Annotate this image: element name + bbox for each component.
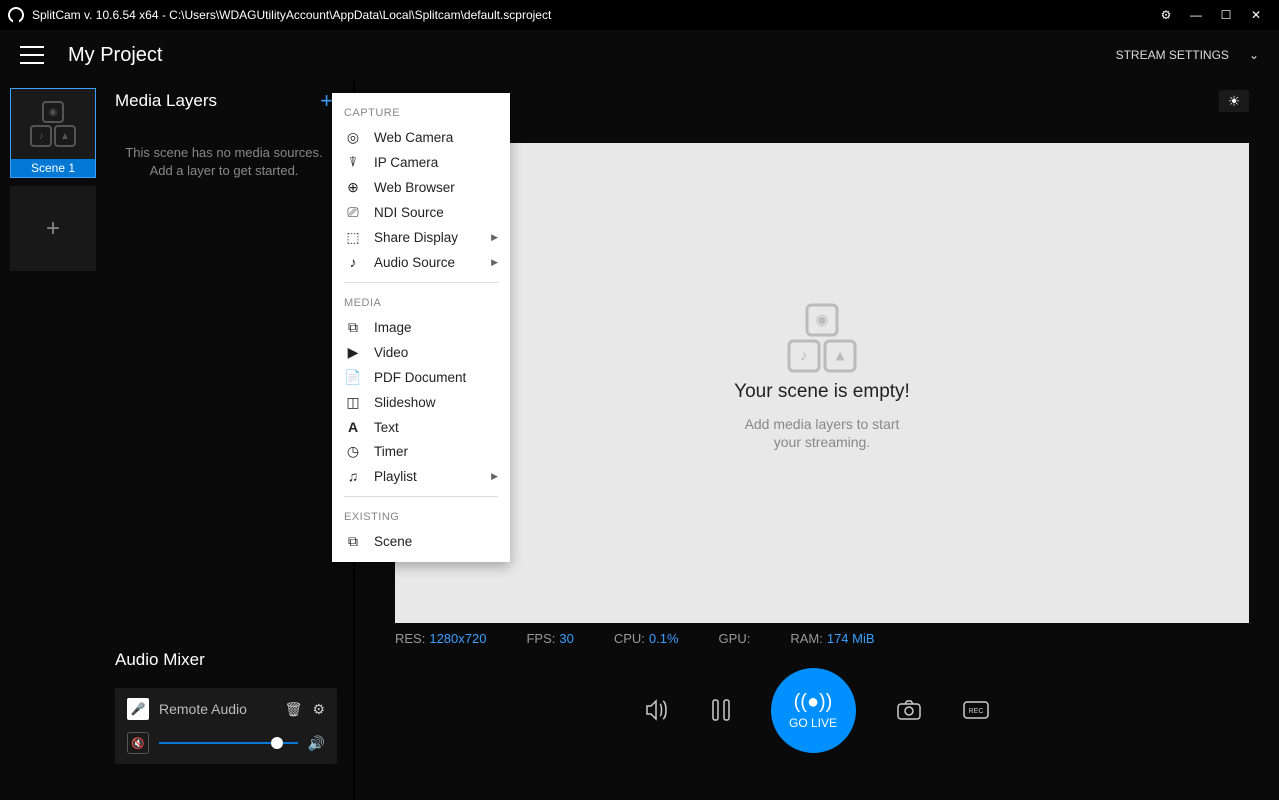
ram-label: RAM: (790, 631, 823, 646)
res-label: RES: (395, 631, 425, 646)
stream-settings-button[interactable]: STREAM SETTINGS ⌄ (1116, 48, 1259, 62)
menu-scene[interactable]: ⧉Scene (332, 529, 510, 554)
app-logo-icon (8, 7, 24, 23)
record-button[interactable]: REC (962, 700, 990, 720)
mute-left-button[interactable]: 🔇 (127, 732, 149, 754)
empty-scene-icon: ◉ ♪▲ (799, 315, 845, 361)
scene-icon: ⧉ (344, 533, 362, 550)
dropdown-section-capture: CAPTURE (332, 101, 510, 125)
speaker-icon[interactable]: 🔊 (308, 735, 325, 752)
project-title: My Project (68, 44, 1116, 67)
menu-ndi-source[interactable]: ⎚NDI Source (332, 200, 510, 225)
dropdown-section-media: MEDIA (332, 291, 510, 315)
dropdown-section-existing: EXISTING (332, 505, 510, 529)
canvas-empty-subtitle: Add media layers to start your streaming… (745, 415, 900, 451)
display-icon: ⬚ (344, 229, 362, 246)
cpu-label: CPU: (614, 631, 645, 646)
maximize-button[interactable]: ☐ (1211, 0, 1241, 30)
preview-canvas: ◉ ♪▲ Your scene is empty! Add media laye… (395, 143, 1249, 623)
layers-title: Media Layers (115, 91, 217, 111)
canvas-empty-title: Your scene is empty! (734, 381, 910, 403)
brightness-button[interactable]: ☀ (1219, 90, 1249, 112)
broadcast-icon: ((●)) (794, 691, 833, 714)
globe-icon: ⊕ (344, 179, 362, 196)
submenu-arrow-icon: ▶ (491, 257, 498, 268)
gpu-label: GPU: (719, 631, 751, 646)
menu-playlist[interactable]: ♫Playlist▶ (332, 464, 510, 488)
menu-video[interactable]: ▶Video (332, 340, 510, 365)
separator (344, 282, 498, 283)
volume-slider[interactable] (159, 742, 298, 744)
audio-settings-button[interactable]: ⚙ (312, 701, 325, 718)
playlist-icon: ♫ (344, 468, 362, 484)
menu-slideshow[interactable]: ◫Slideshow (332, 390, 510, 415)
video-icon: ▶ (344, 344, 362, 361)
go-live-button[interactable]: ((●)) GO LIVE (771, 668, 856, 753)
ip-camera-icon: ⍒ (344, 154, 362, 171)
controls-bar: ((●)) GO LIVE REC (355, 650, 1279, 800)
fps-value: 30 (559, 631, 573, 646)
stream-settings-label: STREAM SETTINGS (1116, 48, 1229, 62)
menu-web-browser[interactable]: ⊕Web Browser (332, 175, 510, 200)
menu-text[interactable]: AText (332, 415, 510, 439)
audio-mixer-title: Audio Mixer (115, 650, 337, 670)
window-title: SplitCam v. 10.6.54 x64 - C:\Users\WDAGU… (32, 8, 1151, 22)
menu-button[interactable] (20, 46, 44, 64)
ram-value: 174 MiB (827, 631, 875, 646)
text-icon: A (344, 419, 362, 435)
screenshot-button[interactable] (896, 699, 922, 721)
audio-item: 🎤 Remote Audio 🗑 ⚙ 🔇 🔊 (115, 688, 337, 764)
menu-web-camera[interactable]: ◎Web Camera (332, 125, 510, 150)
titlebar: SplitCam v. 10.6.54 x64 - C:\Users\WDAGU… (0, 0, 1279, 30)
add-scene-button[interactable]: + (10, 186, 96, 271)
pdf-icon: 📄 (344, 369, 362, 386)
menu-ip-camera[interactable]: ⍒IP Camera (332, 150, 510, 175)
cpu-value: 0.1% (649, 631, 679, 646)
scene-thumbnail[interactable]: ◉ ♪▲ Scene 1 (10, 88, 96, 178)
menu-share-display[interactable]: ⬚Share Display▶ (332, 225, 510, 250)
slideshow-icon: ◫ (344, 394, 362, 411)
menu-image[interactable]: ⧉Image (332, 315, 510, 340)
timer-icon: ◷ (344, 443, 362, 460)
camera-icon: ◎ (344, 129, 362, 146)
audio-mixer-panel: Audio Mixer 🎤 Remote Audio 🗑 ⚙ 🔇 🔊 (0, 650, 355, 800)
pause-button[interactable] (711, 698, 731, 722)
audio-output-button[interactable] (645, 699, 671, 721)
audio-name: Remote Audio (159, 701, 275, 717)
menu-timer[interactable]: ◷Timer (332, 439, 510, 464)
delete-audio-button[interactable]: 🗑 (285, 701, 303, 718)
audio-icon: ♪ (344, 254, 362, 270)
go-live-label: GO LIVE (789, 716, 837, 730)
res-value: 1280x720 (429, 631, 486, 646)
svg-text:REC: REC (968, 708, 983, 715)
settings-window-button[interactable]: ⚙ (1151, 0, 1181, 30)
minimize-button[interactable]: — (1181, 0, 1211, 30)
chevron-down-icon: ⌄ (1249, 48, 1259, 62)
separator (344, 496, 498, 497)
menu-audio-source[interactable]: ♪Audio Source▶ (332, 250, 510, 274)
scene-label: Scene 1 (11, 159, 95, 177)
add-layer-dropdown: CAPTURE ◎Web Camera ⍒IP Camera ⊕Web Brow… (332, 93, 510, 562)
scene-preview: ◉ ♪▲ (11, 89, 95, 159)
menu-pdf[interactable]: 📄PDF Document (332, 365, 510, 390)
header: My Project STREAM SETTINGS ⌄ (0, 30, 1279, 80)
fps-label: FPS: (526, 631, 555, 646)
layers-empty-message: This scene has no media sources. Add a l… (115, 114, 353, 180)
submenu-arrow-icon: ▶ (491, 232, 498, 243)
submenu-arrow-icon: ▶ (491, 471, 498, 482)
ndi-icon: ⎚ (344, 204, 362, 221)
mic-icon: 🎤 (127, 698, 149, 720)
close-button[interactable]: ✕ (1241, 0, 1271, 30)
image-icon: ⧉ (344, 319, 362, 336)
